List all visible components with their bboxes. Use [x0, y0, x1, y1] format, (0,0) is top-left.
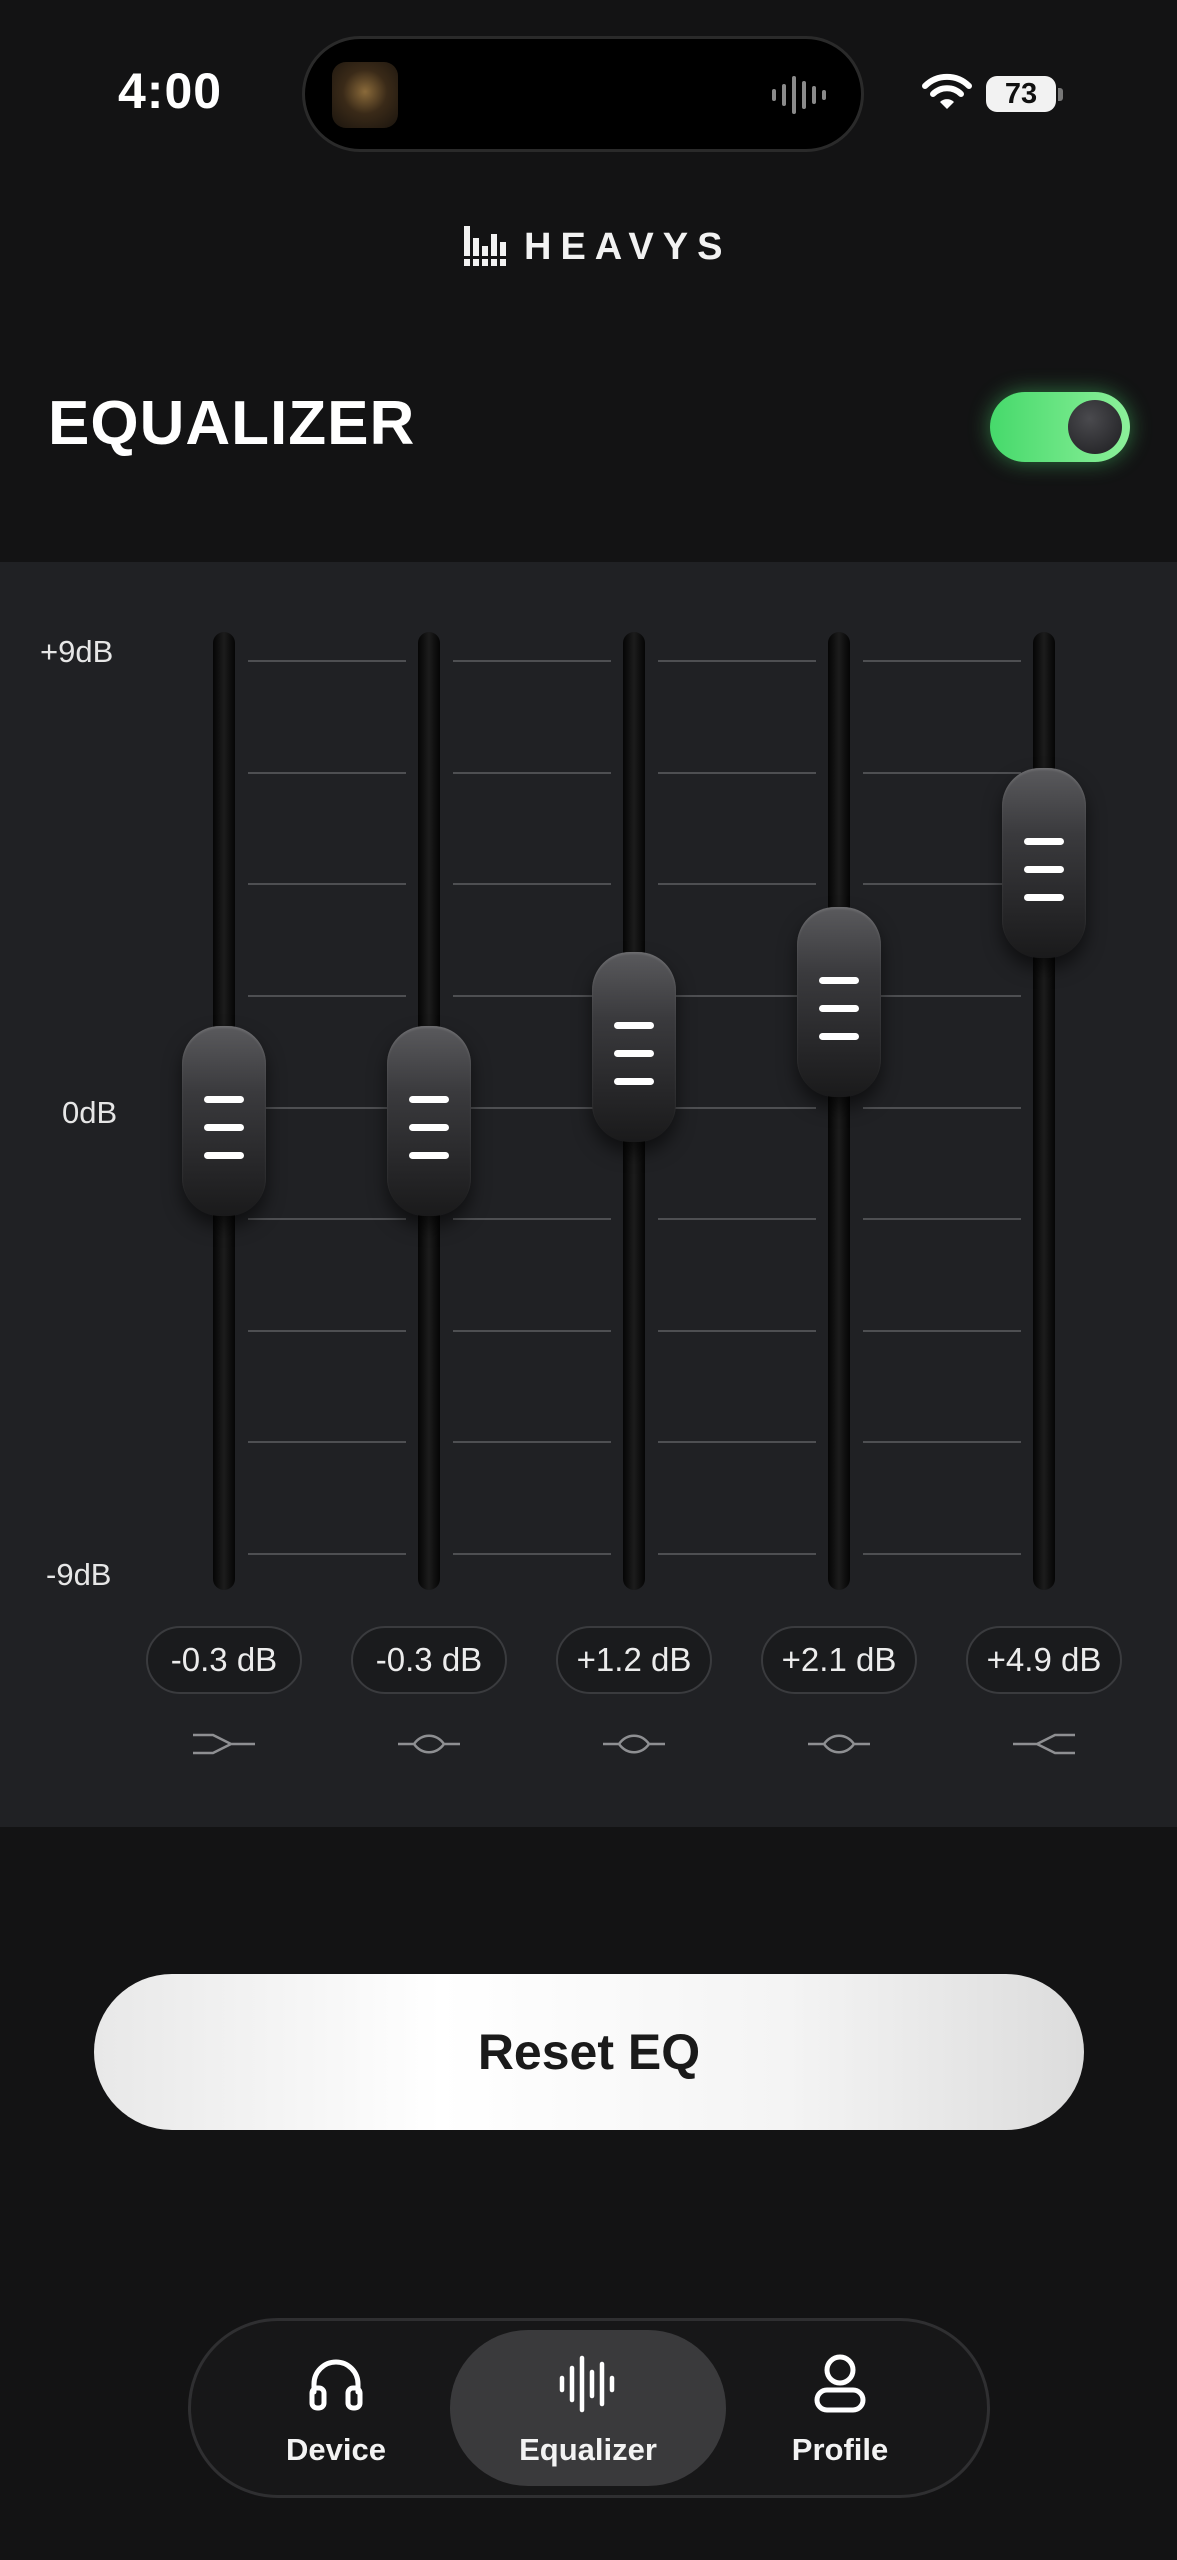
wifi-icon [922, 73, 972, 109]
peak-icon[interactable] [601, 1729, 667, 1759]
slider-knob[interactable] [387, 1026, 471, 1216]
grid-line [863, 1441, 1021, 1443]
knob-grip-line [819, 977, 859, 984]
grid-line [248, 1107, 406, 1109]
grid-line [863, 1107, 1021, 1109]
knob-grip-line [1024, 866, 1064, 873]
nav-item-profile[interactable]: Profile [740, 2352, 940, 2472]
band-gain-label: +4.9 dB [966, 1626, 1122, 1694]
slider-knob[interactable] [797, 907, 881, 1097]
grid-line [863, 1553, 1021, 1555]
slider-knob[interactable] [592, 952, 676, 1142]
grid-line [453, 1553, 611, 1555]
grid-line [453, 772, 611, 774]
nav-item-device[interactable]: Device [236, 2352, 436, 2472]
nav-item-equalizer[interactable]: Equalizer [488, 2352, 688, 2472]
knob-grip-line [204, 1152, 244, 1159]
reset-eq-button[interactable]: Reset EQ [94, 1974, 1084, 2130]
brand-logo-text: HEAVYS [524, 226, 732, 268]
headphones-icon [309, 2359, 363, 2411]
scale-label-top: +9dB [40, 634, 114, 669]
nav-label-device: Device [286, 2432, 386, 2467]
knob-grip-line [409, 1124, 449, 1131]
high-shelf-icon[interactable] [1011, 1729, 1077, 1759]
grid-line [248, 1441, 406, 1443]
person-icon [814, 2354, 866, 2413]
grid-line [453, 1218, 611, 1220]
knob-grip-line [819, 1033, 859, 1040]
grid-line [658, 1441, 816, 1443]
knob-grip-line [614, 1022, 654, 1029]
grid-line [658, 995, 816, 997]
grid-line [248, 1553, 406, 1555]
grid-line [248, 772, 406, 774]
grid-line [658, 772, 816, 774]
grid-line [863, 995, 1021, 997]
knob-grip-line [204, 1096, 244, 1103]
toggle-knob [1068, 400, 1122, 454]
band-gain-label: +2.1 dB [761, 1626, 917, 1694]
grid-line [863, 883, 1021, 885]
peak-icon[interactable] [396, 1729, 462, 1759]
scale-label-bottom: -9dB [46, 1557, 112, 1592]
grid-line [453, 1330, 611, 1332]
status-time: 4:00 [118, 63, 223, 119]
slider-knob[interactable] [1002, 768, 1086, 958]
knob-grip-line [614, 1050, 654, 1057]
band-gain-label: +1.2 dB [556, 1626, 712, 1694]
knob-grip-line [204, 1124, 244, 1131]
peak-icon[interactable] [806, 1729, 872, 1759]
grid-line [658, 1218, 816, 1220]
grid-line [248, 660, 406, 662]
now-playing-artwork[interactable] [332, 62, 398, 128]
knob-grip-line [819, 1005, 859, 1012]
low-shelf-icon[interactable] [191, 1729, 257, 1759]
grid-line [658, 883, 816, 885]
equalizer-toggle[interactable] [990, 392, 1130, 462]
grid-line [863, 1218, 1021, 1220]
waveform-icon [559, 2355, 615, 2413]
grid-line [453, 1441, 611, 1443]
grid-line [658, 1330, 816, 1332]
nav-label-equalizer: Equalizer [519, 2432, 657, 2467]
grid-line [453, 995, 611, 997]
grid-line [658, 660, 816, 662]
grid-line [658, 1553, 816, 1555]
page-title: EQUALIZER [48, 389, 416, 458]
grid-line [248, 1330, 406, 1332]
grid-line [248, 995, 406, 997]
grid-line [453, 1107, 611, 1109]
grid-line [453, 883, 611, 885]
knob-grip-line [409, 1096, 449, 1103]
knob-grip-line [409, 1152, 449, 1159]
grid-line [863, 772, 1021, 774]
grid-line [863, 1330, 1021, 1332]
scale-label-middle: 0dB [62, 1095, 118, 1130]
battery-nub [1058, 88, 1063, 101]
grid-line [248, 1218, 406, 1220]
slider-knob[interactable] [182, 1026, 266, 1216]
knob-grip-line [1024, 838, 1064, 845]
brand-logo-icon [464, 226, 506, 266]
band-gain-label: -0.3 dB [146, 1626, 302, 1694]
grid-line [658, 1107, 816, 1109]
grid-line [863, 660, 1021, 662]
audio-wave-icon [772, 76, 826, 114]
grid-line [248, 883, 406, 885]
nav-label-profile: Profile [791, 2432, 889, 2467]
battery-indicator: 73 [986, 76, 1056, 112]
knob-grip-line [614, 1078, 654, 1085]
knob-grip-line [1024, 894, 1064, 901]
band-gain-label: -0.3 dB [351, 1626, 507, 1694]
slider-track[interactable] [828, 632, 850, 1590]
grid-line [453, 660, 611, 662]
